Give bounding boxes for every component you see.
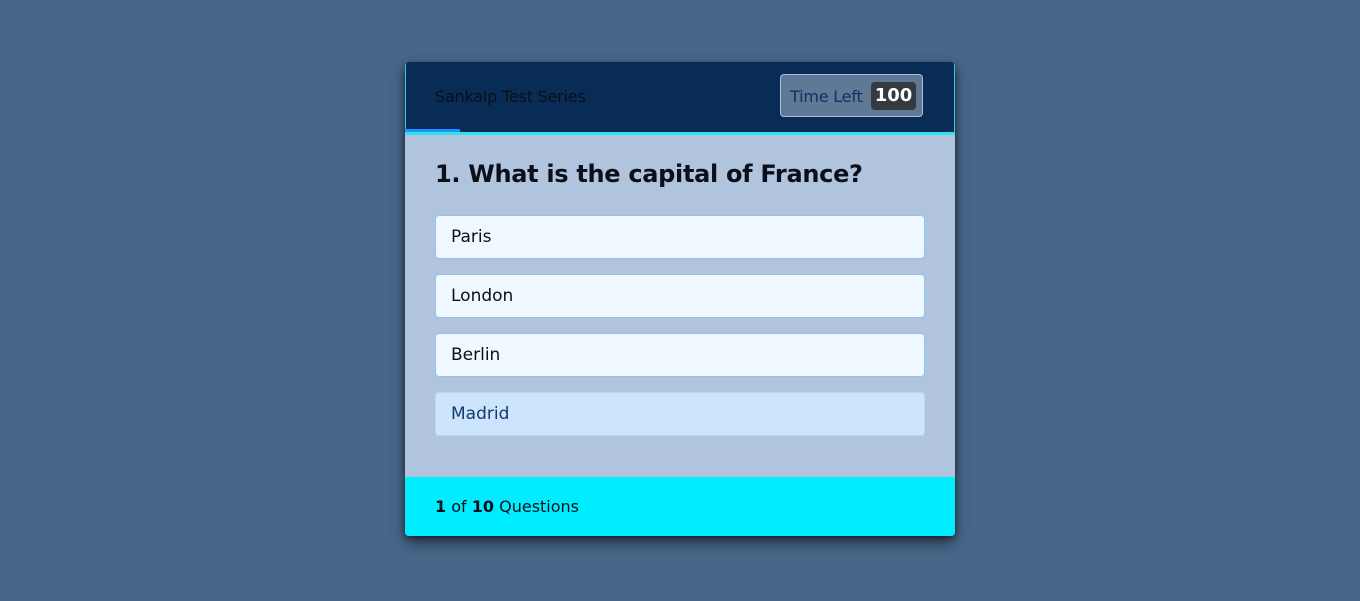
header-title: Sankalp Test Series (435, 87, 586, 106)
timer: Time Left 100 (780, 74, 923, 117)
question-counter: 1 of 10 Questions (435, 497, 579, 516)
counter-suffix: Questions (499, 497, 580, 516)
quiz-card: Sankalp Test Series Time Left 100 1. Wha… (405, 62, 955, 536)
question-title: 1. What is the capital of France? (435, 160, 863, 188)
timer-value: 100 (871, 82, 916, 110)
option-paris[interactable]: Paris (435, 215, 925, 259)
current-question-number: 1 (435, 497, 447, 516)
quiz-header: Sankalp Test Series Time Left 100 (405, 62, 955, 135)
quiz-footer: 1 of 10 Questions (405, 477, 955, 536)
total-questions: 10 (471, 497, 495, 516)
timer-label: Time Left (790, 87, 863, 106)
option-berlin[interactable]: Berlin (435, 333, 925, 377)
option-madrid[interactable]: Madrid (435, 392, 925, 436)
counter-of: of (451, 497, 467, 516)
progress-indicator (405, 129, 460, 132)
option-london[interactable]: London (435, 274, 925, 318)
option-list: Paris London Berlin Madrid (435, 215, 925, 451)
